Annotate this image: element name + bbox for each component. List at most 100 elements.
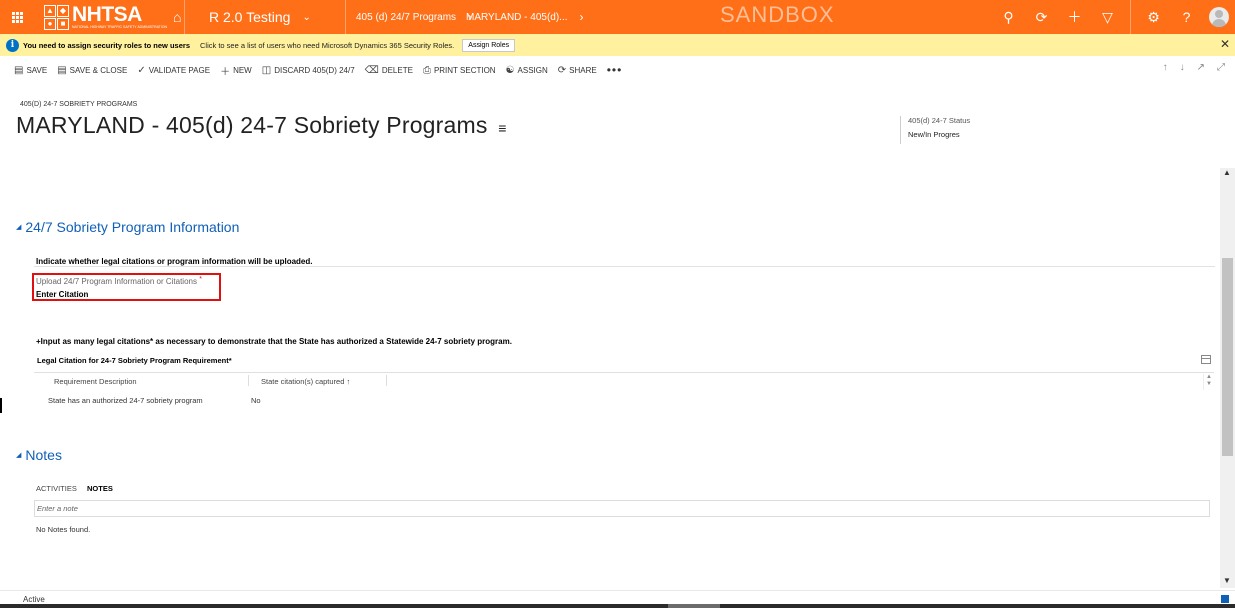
plus-icon[interactable]: ＋ <box>1058 0 1091 34</box>
grid-view-icon[interactable] <box>1201 355 1211 364</box>
breadcrumb-label: MARYLAND - 405(d)... <box>466 11 568 23</box>
tab-notes[interactable]: NOTES <box>87 484 113 493</box>
empty-notes-text: No Notes found. <box>36 525 91 534</box>
section-header-notes[interactable]: ◢ Notes <box>16 447 62 463</box>
nav-actions: ⚲ ⟳ ＋ ▽ ⚙ ? <box>992 0 1235 34</box>
print-section-button[interactable]: ⎙ PRINT SECTION <box>423 65 496 76</box>
popout-icon[interactable]: ↗ <box>1197 62 1205 73</box>
entity-type-label: 405(D) 24-7 SOBRIETY PROGRAMS <box>20 101 138 108</box>
info-icon: i <box>6 38 19 52</box>
app-name: R 2.0 Testing <box>209 9 291 25</box>
section-title: Notes <box>25 447 62 463</box>
subgrid-scroll[interactable]: ▲ ▼ <box>1203 374 1214 390</box>
table-cell-citation[interactable]: No <box>251 396 261 405</box>
validate-icon: ✓ <box>137 64 146 76</box>
notification-title: You need to assign security roles to new… <box>23 40 190 50</box>
save-close-button[interactable]: ▤ SAVE & CLOSE <box>57 65 127 76</box>
divider <box>1130 0 1131 34</box>
instruction-text: Indicate whether legal citations or prog… <box>36 257 313 266</box>
table-cell-requirement[interactable]: State has an authorized 24-7 sobriety pr… <box>48 396 203 405</box>
breadcrumb-record[interactable]: MARYLAND - 405(d)... › <box>466 0 586 34</box>
assign-label: ASSIGN <box>517 65 548 75</box>
collapse-icon: ◢ <box>16 452 22 459</box>
discard-label: DISCARD 405(D) 24/7 <box>274 65 355 75</box>
gear-icon[interactable]: ⚙ <box>1137 0 1170 34</box>
arrow-down-icon[interactable]: ↓ <box>1180 62 1185 73</box>
scrollbar-thumb[interactable] <box>668 604 720 608</box>
arrow-up-icon[interactable]: ↑ <box>1163 62 1168 73</box>
share-label: SHARE <box>569 65 597 75</box>
assign-icon: ☯ <box>505 64 515 76</box>
focus-marker <box>0 398 2 413</box>
chevron-right-icon: › <box>579 10 584 24</box>
horizontal-scrollbar[interactable] <box>0 604 1235 608</box>
avatar[interactable] <box>1209 7 1229 27</box>
discard-button[interactable]: ◫ DISCARD 405(D) 24/7 <box>262 65 355 76</box>
header-status-field: 405(d) 24-7 Status New/In Progres <box>900 116 970 144</box>
scrollbar-thumb[interactable] <box>1222 258 1233 456</box>
divider <box>34 266 1215 267</box>
record-title-text: MARYLAND - 405(d) 24-7 Sobriety Programs <box>16 112 488 138</box>
waffle-icon[interactable] <box>0 0 34 34</box>
note-input[interactable]: Enter a note <box>34 500 1210 517</box>
scroll-down-icon[interactable]: ▼ <box>1223 576 1231 585</box>
save-button[interactable]: ▤ SAVE <box>14 65 47 76</box>
trash-icon: ⌫ <box>364 64 379 76</box>
search-icon[interactable]: ⚲ <box>992 0 1025 34</box>
save-icon: ▤ <box>14 64 24 76</box>
top-nav-bar: ▲ ◆ ● ■ NHTSA NATIONAL HIGHWAY TRAFFIC SAFE… <box>0 0 1235 34</box>
home-icon[interactable]: ⌂ <box>173 9 181 25</box>
new-button[interactable]: ＋ NEW <box>220 63 252 78</box>
status-label: 405(d) 24-7 Status <box>908 116 971 125</box>
delete-label: DELETE <box>381 65 413 75</box>
share-icon: ⟳ <box>557 64 567 76</box>
app-switcher[interactable]: R 2.0 Testing ⌄ <box>185 0 345 34</box>
logo-text: NHTSA <box>72 3 142 26</box>
column-header-citation[interactable]: State citation(s) captured ↑ <box>261 377 350 386</box>
expand-icon[interactable]: ⤢ <box>1217 62 1225 73</box>
discard-icon: ◫ <box>261 64 272 76</box>
save-icon[interactable] <box>1221 595 1229 603</box>
filter-icon[interactable]: ▽ <box>1091 0 1124 34</box>
collapse-icon: ◢ <box>16 224 22 231</box>
help-icon[interactable]: ? <box>1170 0 1203 34</box>
validate-page-button[interactable]: ✓ VALIDATE PAGE <box>137 65 210 76</box>
column-divider <box>386 375 387 386</box>
plus-icon: ＋ <box>220 66 231 78</box>
subgrid-title: Legal Citation for 24-7 Sobriety Program… <box>37 356 232 365</box>
share-button[interactable]: ⟳ SHARE <box>558 65 597 76</box>
save-label: SAVE <box>26 65 48 75</box>
form-selector-icon[interactable]: ≡ <box>498 120 506 136</box>
nhtsa-logo[interactable]: ▲ ◆ ● ■ NHTSA NATIONAL HIGHWAY TRAFFIC SAFE… <box>34 0 184 34</box>
section-title: 24/7 Sobriety Program Information <box>25 219 240 235</box>
breadcrumb-label: 405 (d) 24/7 Programs <box>356 11 457 23</box>
breadcrumb-entity[interactable]: 405 (d) 24/7 Programs › <box>346 0 472 34</box>
column-header-requirement[interactable]: Requirement Description <box>54 377 137 386</box>
assign-roles-button[interactable]: Assign Roles <box>462 38 516 52</box>
logo-subtext: NATIONAL HIGHWAY TRAFFIC SAFETY ADMINIST… <box>72 25 168 29</box>
section-header-program-info[interactable]: ◢ 24/7 Sobriety Program Information <box>16 219 239 235</box>
record-status: Active <box>23 595 45 604</box>
logo-mark: ▲ ◆ ● ■ <box>44 4 69 30</box>
upload-citation-label: Upload 24/7 Program Information or Citat… <box>36 276 202 286</box>
chevron-down-icon: ⌄ <box>302 11 311 23</box>
subgrid-header <box>34 372 1214 389</box>
validate-label: VALIDATE PAGE <box>148 65 211 75</box>
record-navigation: ↑ ↓ ↗ ⤢ <box>1163 62 1225 73</box>
command-bar: ▤ SAVE ▤ SAVE & CLOSE ✓ VALIDATE PAGE ＋ … <box>0 56 1235 84</box>
history-icon[interactable]: ⟳ <box>1025 0 1058 34</box>
page-title: MARYLAND - 405(d) 24-7 Sobriety Programs… <box>16 112 507 139</box>
notification-link[interactable]: Click to see a list of users who need Mi… <box>200 41 454 50</box>
field-label-text: Upload 24/7 Program Information or Citat… <box>36 277 197 286</box>
upload-citation-value[interactable]: Enter Citation <box>36 290 88 299</box>
close-icon[interactable]: ✕ <box>1220 37 1230 51</box>
assign-button[interactable]: ☯ ASSIGN <box>506 65 548 76</box>
print-label: PRINT SECTION <box>433 65 496 75</box>
delete-button[interactable]: ⌫ DELETE <box>365 65 413 76</box>
status-value[interactable]: New/In Progres <box>908 130 970 139</box>
notification-bar: i You need to assign security roles to n… <box>0 34 1235 56</box>
tab-activities[interactable]: ACTIVITIES <box>36 484 77 493</box>
scroll-up-icon[interactable]: ▲ <box>1223 168 1231 177</box>
more-commands-icon[interactable]: ••• <box>607 63 623 77</box>
column-divider <box>248 375 249 386</box>
